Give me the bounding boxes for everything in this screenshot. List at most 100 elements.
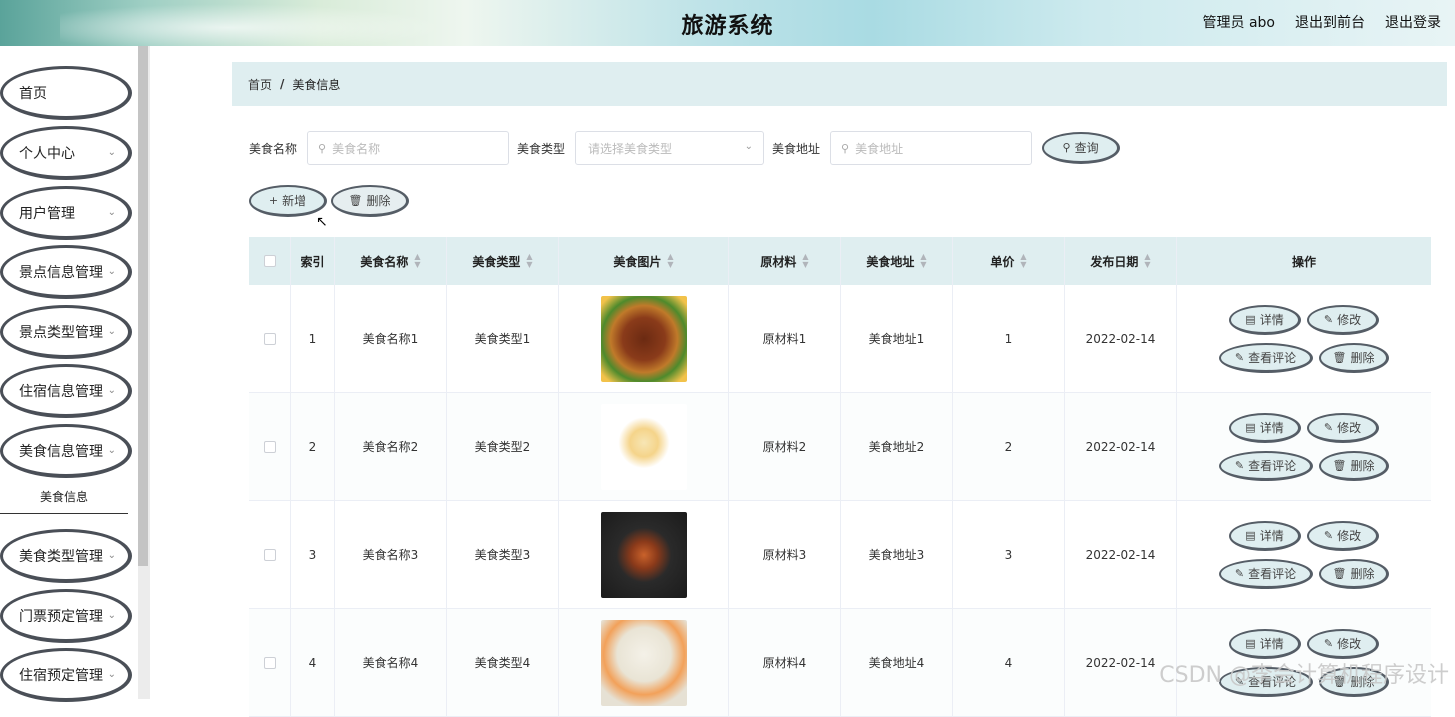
food-name-placeholder: 美食名称	[332, 140, 380, 157]
chevron-down-icon: ⌄	[108, 385, 116, 396]
row-checkbox[interactable]	[264, 441, 276, 453]
trash-icon: 🗑	[349, 194, 363, 207]
search-button[interactable]: ⚲ 查询	[1042, 132, 1120, 164]
sort-icon[interactable]: ▲▼	[920, 253, 926, 269]
view-comments-button[interactable]: ✎查看评论	[1219, 451, 1313, 481]
back-front-link[interactable]: 退出到前台	[1295, 12, 1365, 32]
pencil-icon: ✎	[1235, 567, 1244, 580]
detail-button[interactable]: ▤详情	[1229, 629, 1301, 659]
sidebar-item-ticket-booking[interactable]: 门票预定管理 ⌄	[0, 589, 132, 643]
ops-line-bottom: ✎查看评论 🗑删除	[1219, 451, 1389, 481]
food-addr-input[interactable]: ⚲ 美食地址	[830, 131, 1032, 165]
cell-food-name: 美食名称1	[335, 285, 447, 392]
cell-food-type: 美食类型1	[447, 285, 559, 392]
detail-button[interactable]: ▤详情	[1229, 305, 1301, 335]
breadcrumb: 首页 / 美食信息	[232, 62, 1447, 106]
pencil-icon: ✎	[1324, 421, 1333, 434]
sidebar-item-scenic-info[interactable]: 景点信息管理 ⌄	[0, 245, 132, 299]
view-comments-button[interactable]: ✎查看评论	[1219, 343, 1313, 373]
view-comments-button[interactable]: ✎ 查看评论	[1219, 559, 1313, 589]
breadcrumb-home[interactable]: 首页	[248, 76, 272, 93]
cell-date: 2022-02-14	[1065, 501, 1177, 608]
detail-button[interactable]: ▤详情	[1229, 413, 1301, 443]
sidebar-item-food-type[interactable]: 美食类型管理 ⌄	[0, 529, 132, 583]
row-checkbox-cell	[249, 393, 291, 500]
edit-button[interactable]: ✎ 修改	[1307, 521, 1379, 551]
cell-price: 2	[953, 393, 1065, 500]
edit-label: 修改	[1337, 527, 1361, 544]
detail-label: 详情	[1260, 419, 1284, 436]
delete-button[interactable]: 🗑删除	[1319, 343, 1389, 373]
sort-icon[interactable]: ▲▼	[1144, 253, 1150, 269]
food-image-dish	[601, 512, 687, 598]
table-row: 2 美食名称2 美食类型2 原材料2 美食地址2 2 2022-02-14 ▤详…	[249, 393, 1431, 501]
watermark: CSDN @李会计算机程序设计	[1159, 657, 1449, 689]
cell-date: 2022-02-14	[1065, 393, 1177, 500]
sort-icon[interactable]: ▲▼	[414, 253, 420, 269]
comment-label: 查看评论	[1248, 565, 1296, 582]
cell-index: 2	[291, 393, 335, 500]
chevron-down-icon: ⌄	[108, 147, 116, 158]
delete-label: 删除	[1350, 349, 1374, 366]
add-button[interactable]: + 新增	[249, 185, 327, 217]
detail-label: 详情	[1260, 527, 1284, 544]
food-addr-placeholder: 美食地址	[855, 140, 903, 157]
col-food-addr[interactable]: 美食地址▲▼	[841, 237, 953, 285]
row-checkbox[interactable]	[264, 549, 276, 561]
scrollbar-thumb[interactable]	[138, 46, 148, 566]
edit-button[interactable]: ✎修改	[1307, 629, 1379, 659]
edit-button[interactable]: ✎修改	[1307, 413, 1379, 443]
food-type-select[interactable]: 请选择美食类型 ⌄	[575, 131, 764, 165]
detail-label: 详情	[1260, 311, 1284, 328]
select-all-checkbox[interactable]	[264, 255, 276, 267]
pencil-icon: ✎	[1324, 529, 1333, 542]
cell-index: 1	[291, 285, 335, 392]
detail-button[interactable]: ▤ 详情	[1229, 521, 1301, 551]
sidebar-item-label: 门票预定管理	[19, 606, 103, 626]
sort-icon[interactable]: ▲▼	[1020, 253, 1026, 269]
edit-button[interactable]: ✎修改	[1307, 305, 1379, 335]
cell-food-type: 美食类型4	[447, 609, 559, 716]
col-food-type[interactable]: 美食类型▲▼	[447, 237, 559, 285]
sort-icon[interactable]: ▲▼	[667, 253, 673, 269]
ops-line-bottom: ✎查看评论 🗑删除	[1219, 343, 1389, 373]
col-label: 单价	[990, 253, 1014, 270]
sidebar-item-label: 住宿预定管理	[19, 665, 103, 685]
select-all-cell	[249, 237, 291, 285]
ops-line-bottom: ✎ 查看评论 🗑删除	[1219, 559, 1389, 589]
sidebar-subitem-food-info[interactable]: 美食信息	[0, 481, 128, 514]
sidebar-item-scenic-type[interactable]: 景点类型管理 ⌄	[0, 305, 132, 359]
sidebar-item-food-info[interactable]: 美食信息管理 ⌄	[0, 424, 132, 478]
table-row: 1 美食名称1 美食类型1 原材料1 美食地址1 1 2022-02-14 ▤详…	[249, 285, 1431, 393]
delete-label: 删除	[1350, 565, 1374, 582]
col-food-image[interactable]: 美食图片▲▼	[559, 237, 729, 285]
detail-label: 详情	[1260, 635, 1284, 652]
food-name-input[interactable]: ⚲ 美食名称	[307, 131, 509, 165]
logout-link[interactable]: 退出登录	[1385, 12, 1441, 32]
col-food-name[interactable]: 美食名称▲▼	[335, 237, 447, 285]
delete-button[interactable]: 🗑删除	[1319, 559, 1389, 589]
col-price[interactable]: 单价 ▲▼	[953, 237, 1065, 285]
sidebar-item-profile[interactable]: 个人中心 ⌄	[0, 126, 132, 180]
row-checkbox[interactable]	[264, 657, 276, 669]
col-material[interactable]: 原材料▲▼	[729, 237, 841, 285]
sort-icon[interactable]: ▲▼	[802, 253, 808, 269]
sidebar-scrollbar[interactable]	[138, 46, 150, 699]
sidebar-item-users[interactable]: 用户管理 ⌄	[0, 186, 132, 240]
batch-delete-button[interactable]: 🗑 删除	[331, 185, 409, 217]
table-row: 3 美食名称3 美食类型3 原材料3 美食地址3 3 2022-02-14 ▤详…	[249, 501, 1431, 609]
col-date[interactable]: 发布日期▲▼	[1065, 237, 1177, 285]
cell-food-addr: 美食地址4	[841, 609, 953, 716]
plus-icon: +	[269, 194, 278, 207]
sidebar-item-label: 美食信息管理	[19, 441, 103, 461]
pencil-icon: ✎	[1324, 637, 1333, 650]
row-checkbox[interactable]	[264, 333, 276, 345]
document-icon: ▤	[1245, 529, 1255, 542]
chevron-down-icon: ⌄	[745, 141, 753, 152]
cell-ops: ▤详情 ✎修改 ✎查看评论 🗑删除	[1177, 285, 1431, 392]
sidebar-item-lodging-info[interactable]: 住宿信息管理 ⌄	[0, 364, 132, 418]
delete-button[interactable]: 🗑删除	[1319, 451, 1389, 481]
sidebar-item-lodging-booking[interactable]: 住宿预定管理 ⌄	[0, 648, 132, 702]
sort-icon[interactable]: ▲▼	[526, 253, 532, 269]
sidebar-item-home[interactable]: 首页	[0, 66, 132, 120]
